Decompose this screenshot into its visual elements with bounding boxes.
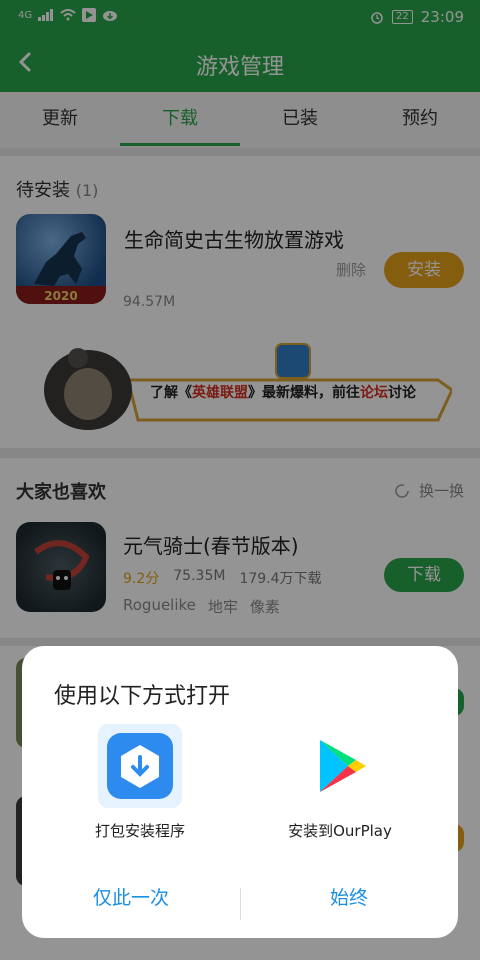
- dinosaur-icon: 2020: [16, 232, 106, 304]
- option-package-installer[interactable]: 打包安装程序: [40, 724, 240, 841]
- pending-title: 待安装 (1): [16, 176, 98, 202]
- pending-install-section: 待安装 (1) 2020 生命简史古生物放置游戏 删除 安装 94.57M 了解…: [0, 156, 480, 448]
- recommend-title: 大家也喜欢: [16, 482, 106, 503]
- pending-app-name[interactable]: 生命简史古生物放置游戏: [124, 224, 344, 253]
- option-label: 安装到OurPlay: [288, 822, 392, 840]
- option-ourplay[interactable]: 安装到OurPlay: [240, 724, 440, 841]
- clock: 23:09: [420, 8, 464, 26]
- alarm-icon: [371, 12, 383, 24]
- signal-indicators: 4G: [18, 8, 118, 22]
- status-right: 22 23:09: [370, 8, 464, 26]
- tab-installed[interactable]: 已装: [240, 92, 360, 148]
- recommend-app-tags: Roguelike 地牢 像素: [123, 596, 280, 617]
- tab-update[interactable]: 更新: [0, 92, 120, 148]
- recommend-section: 大家也喜欢 换一换 元气骑士(春节版本) 9.2分 75.35M 179.4万下…: [0, 458, 480, 638]
- refresh-label: 换一换: [418, 482, 464, 500]
- tag: 像素: [249, 598, 280, 616]
- network-type: 4G: [18, 9, 33, 21]
- refresh-icon: [395, 483, 409, 498]
- signal-icon: [38, 9, 54, 21]
- tab-bar: 更新 下载 已装 预约: [0, 92, 480, 148]
- lol-logo-icon: [275, 343, 311, 379]
- download-button[interactable]: 下载: [384, 558, 464, 592]
- google-play-icon: [298, 724, 382, 808]
- battery-level: 22: [392, 10, 413, 24]
- refresh-button[interactable]: 换一换: [393, 480, 464, 501]
- status-bar: 4G 22 23:09: [0, 0, 480, 34]
- dino-game-icon[interactable]: 2020: [16, 214, 106, 304]
- wifi-icon: [60, 9, 76, 21]
- package-installer-icon: [98, 724, 182, 808]
- always-button[interactable]: 始终: [240, 858, 458, 938]
- app-size: 75.35M: [173, 568, 226, 584]
- pending-count: (1): [75, 181, 99, 200]
- tab-download[interactable]: 下载: [120, 92, 240, 148]
- app-score: 9.2分: [123, 571, 160, 587]
- app-bar: 游戏管理: [0, 34, 480, 92]
- banner-art: [44, 343, 454, 430]
- open-with-dialog: 使用以下方式打开 打包安装程序 安装到OurPlay 仅此一次 始终: [22, 646, 458, 938]
- soul-knight-icon[interactable]: [16, 522, 106, 612]
- page-title: 游戏管理: [195, 55, 284, 80]
- tag: Roguelike: [123, 596, 196, 614]
- tag: 地牢: [207, 598, 238, 616]
- just-once-button[interactable]: 仅此一次: [22, 858, 240, 938]
- delete-button[interactable]: 删除: [336, 259, 366, 280]
- cloud-download-icon: [103, 11, 118, 21]
- recommend-app-name[interactable]: 元气骑士(春节版本): [123, 530, 299, 559]
- tab-reservation[interactable]: 预约: [360, 92, 480, 148]
- action-divider: [240, 888, 241, 920]
- icon-year-text: 2020: [44, 289, 77, 303]
- knight-icon: [34, 540, 90, 590]
- recommend-app-meta: 9.2分 75.35M 179.4万下载: [123, 568, 322, 588]
- dialog-title: 使用以下方式打开: [54, 684, 231, 709]
- play-store-notification-icon: [82, 8, 97, 22]
- pending-title-text: 待安装: [16, 180, 70, 201]
- option-label: 打包安装程序: [94, 822, 185, 840]
- lol-forum-banner[interactable]: 了解《英雄联盟》最新爆料，前往论坛讨论: [28, 324, 454, 434]
- pending-app-size: 94.57M: [123, 294, 176, 310]
- app-downloads: 179.4万下载: [239, 571, 322, 587]
- banner-text: 了解《英雄联盟》最新爆料，前往论坛讨论: [150, 385, 416, 401]
- install-button[interactable]: 安装: [384, 252, 464, 288]
